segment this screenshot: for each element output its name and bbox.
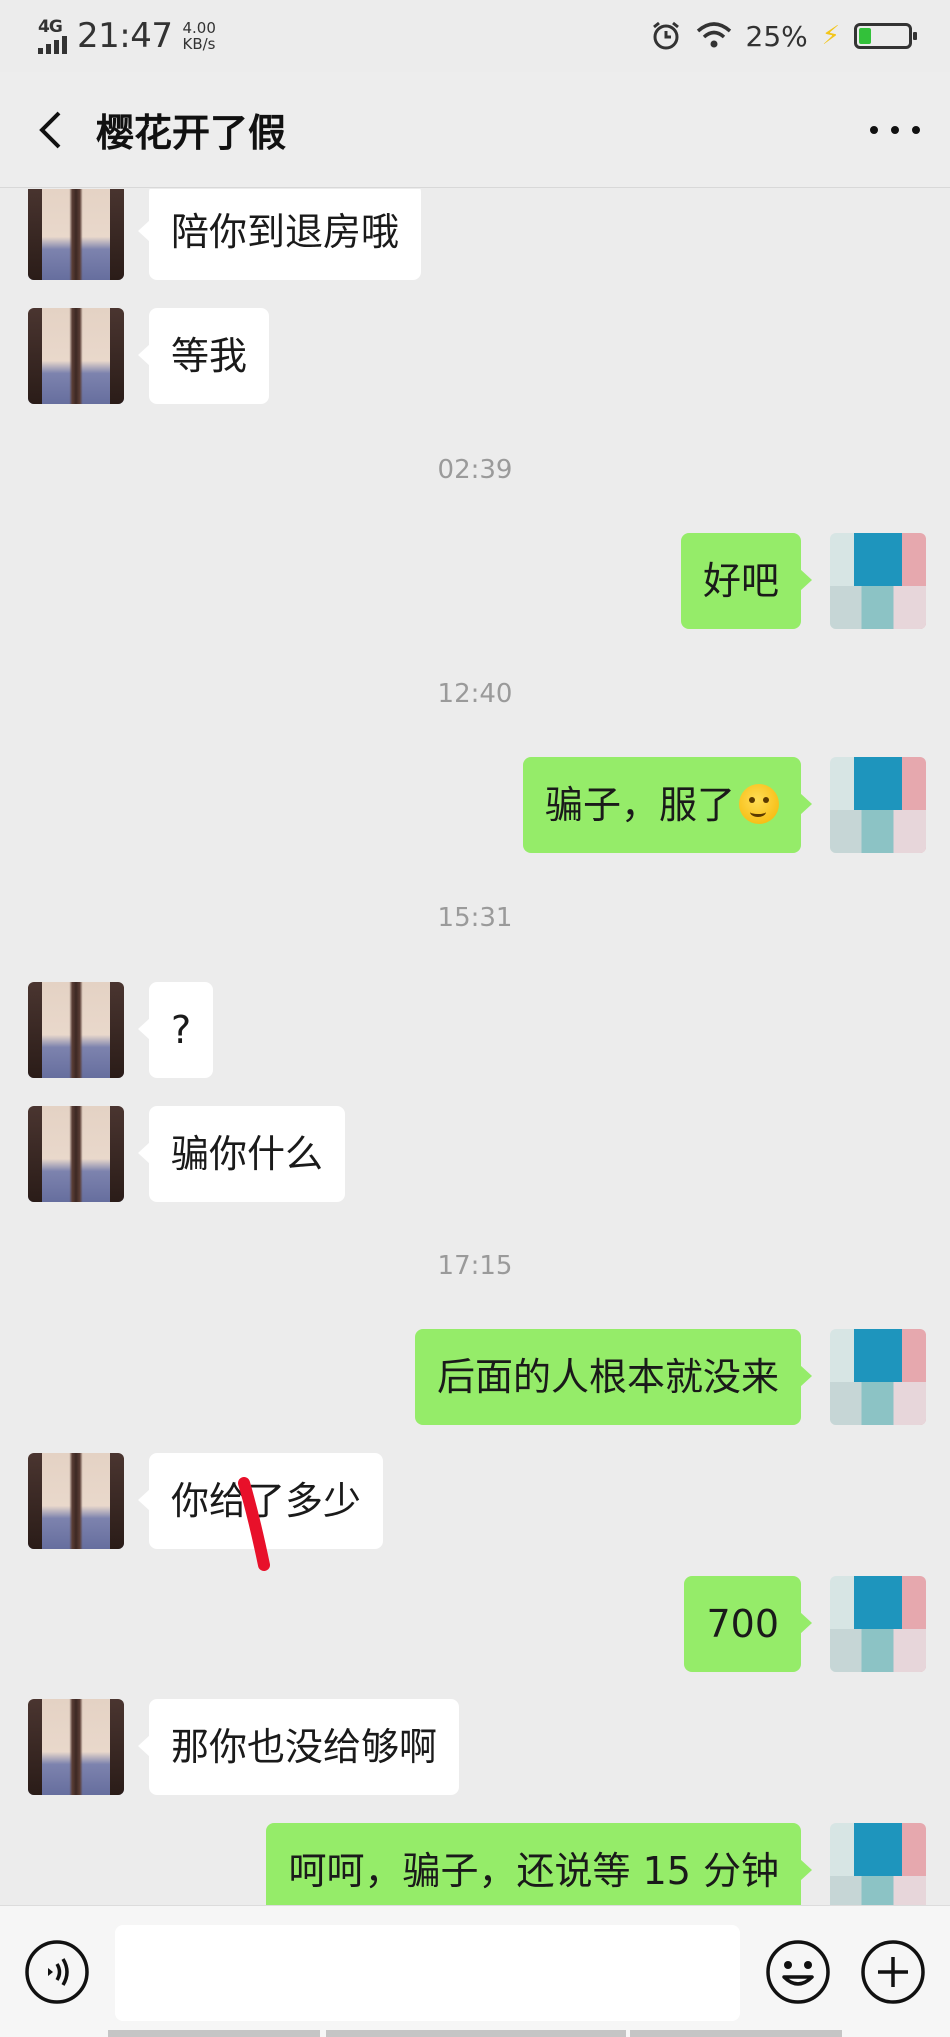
alarm-icon <box>652 21 679 50</box>
plus-icon[interactable] <box>860 1939 926 2005</box>
message-bubble-received[interactable]: 那你也没给够啊 <box>137 1699 460 1795</box>
speed-unit: KB/s <box>182 35 216 53</box>
timestamp: 02:39 <box>437 455 513 485</box>
nav-indicator <box>630 2030 842 2037</box>
self-avatar[interactable] <box>830 1576 926 1672</box>
signal-icon: 4G <box>38 16 67 54</box>
battery-percent: 25% <box>745 19 808 53</box>
message-text: 骗子，服了 <box>544 783 735 827</box>
hand-over-mouth-emoji <box>739 784 779 824</box>
message-bubble-sent[interactable]: 好吧 <box>680 533 813 629</box>
contact-avatar[interactable] <box>28 1453 124 1549</box>
self-avatar[interactable] <box>830 757 926 853</box>
timestamp: 15:31 <box>437 903 513 933</box>
status-bar: 4G 21:47 4.00 KB/s 25% ⚡ <box>0 0 950 72</box>
message-bubble-sent[interactable]: 700 <box>684 1576 812 1672</box>
status-left: 4G 21:47 4.00 KB/s <box>38 16 216 56</box>
contact-avatar[interactable] <box>28 982 124 1078</box>
self-avatar[interactable] <box>830 1823 926 1905</box>
chat-title: 樱花开了假 <box>96 111 287 155</box>
charging-icon: ⚡ <box>821 21 840 51</box>
message-bubble-received[interactable]: 骗你什么 <box>137 1106 346 1202</box>
message-bubble-sent[interactable]: 骗子，服了 <box>522 757 813 853</box>
message-bubble-received[interactable]: ? <box>137 982 214 1078</box>
self-avatar[interactable] <box>830 1329 926 1425</box>
input-bar <box>0 1905 950 2037</box>
red-annotation-mark <box>238 1477 270 1571</box>
emoji-icon[interactable] <box>765 1939 831 2005</box>
message-bubble-received[interactable]: 陪你到退房哦 <box>137 189 422 280</box>
contact-avatar[interactable] <box>28 308 124 404</box>
message-list[interactable]: 陪你到退房哦 等我 02:39 好吧 12:40 骗子，服了 15:31 ? 骗… <box>0 189 950 1905</box>
contact-avatar[interactable] <box>28 1106 124 1202</box>
clock: 21:47 <box>77 16 173 56</box>
network-type: 4G <box>38 16 63 37</box>
status-right: 25% ⚡ <box>650 19 917 53</box>
chevron-left-icon[interactable] <box>30 110 70 150</box>
wifi-icon <box>696 22 731 48</box>
timestamp: 12:40 <box>437 679 513 709</box>
contact-avatar[interactable] <box>28 189 124 280</box>
battery-fill <box>859 28 871 44</box>
network-speed: 4.00 KB/s <box>182 20 215 52</box>
self-avatar[interactable] <box>830 533 926 629</box>
speed-value: 4.00 <box>182 19 216 37</box>
message-bubble-sent[interactable]: 呵呵，骗子，还说等 15 分钟 <box>266 1823 812 1905</box>
timestamp: 17:15 <box>437 1251 513 1281</box>
more-dots-icon[interactable] <box>870 110 920 150</box>
message-bubble-sent[interactable]: 后面的人根本就没来 <box>414 1329 813 1425</box>
voice-icon[interactable] <box>24 1939 90 2005</box>
chat-header: 樱花开了假 <box>0 72 950 188</box>
battery-icon <box>854 23 917 49</box>
nav-indicator <box>326 2030 626 2037</box>
contact-avatar[interactable] <box>28 1699 124 1795</box>
nav-indicator <box>108 2030 320 2037</box>
message-bubble-received[interactable]: 等我 <box>137 308 270 404</box>
message-input[interactable] <box>115 1925 740 2021</box>
